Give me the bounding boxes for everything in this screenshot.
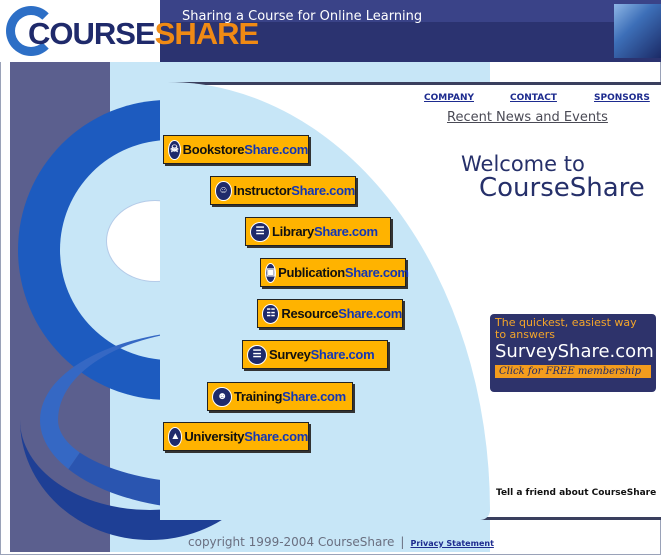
news-link[interactable]: Recent News and Events — [447, 110, 608, 125]
ad-brand: SurveyShare.com — [495, 341, 654, 362]
site-name: Library — [272, 224, 314, 239]
site-name: Survey — [269, 347, 311, 362]
site-name: Resource — [281, 306, 339, 321]
footer-separator: | — [400, 535, 405, 549]
site-suffix: Share.com — [344, 265, 409, 280]
surveyshare-ad-banner[interactable]: The quickest, easiest way to answers Sur… — [490, 314, 656, 392]
ad-subline: to answers — [495, 328, 556, 341]
resource-share-button[interactable]: ☷ Resource Share.com — [257, 299, 403, 328]
site-name: Publication — [278, 265, 345, 280]
privacy-link[interactable]: Privacy Statement — [410, 539, 493, 548]
corner-graphic — [614, 4, 661, 58]
site-suffix: Share.com — [244, 429, 308, 444]
bookstore-icon: ☠ — [168, 139, 181, 160]
nav-contact-link[interactable]: CONTACT — [510, 93, 557, 103]
training-share-button[interactable]: ☻ Training Share.com — [207, 382, 353, 411]
site-name: University — [184, 429, 245, 444]
survey-icon: ☰ — [247, 344, 267, 365]
site-suffix: Share.com — [313, 224, 378, 239]
university-icon: ▲ — [168, 426, 183, 447]
site-suffix: Share.com — [310, 347, 375, 362]
ad-cta: Click for FREE membership — [495, 365, 651, 378]
welcome-title: CourseShare — [479, 173, 645, 203]
library-icon: ☰ — [250, 221, 270, 242]
instructor-share-button[interactable]: ☺ Instructor Share.com — [210, 176, 356, 205]
site-name: Bookstore — [182, 142, 245, 157]
publication-share-button[interactable]: ▣ Publication Share.com — [260, 258, 409, 287]
logo-course: COURSE — [28, 16, 156, 51]
copyright-text: copyright 1999-2004 CourseShare — [188, 535, 395, 549]
footer: copyright 1999-2004 CourseShare | Privacy … — [188, 535, 494, 549]
library-share-button[interactable]: ☰ Library Share.com — [245, 217, 391, 246]
survey-share-button[interactable]: ☰ Survey Share.com — [242, 340, 388, 369]
publication-icon: ▣ — [265, 262, 277, 283]
university-share-button[interactable]: ▲ University Share.com — [163, 422, 309, 451]
instructor-icon: ☺ — [215, 180, 232, 201]
site-suffix: Share.com — [338, 306, 402, 321]
training-icon: ☻ — [212, 386, 232, 407]
site-name: Instructor — [233, 183, 292, 198]
header: COURSESHARE Sharing a Course for Online … — [0, 0, 661, 62]
resource-icon: ☷ — [262, 303, 280, 324]
nav-company-link[interactable]: COMPANY — [424, 93, 474, 103]
site-suffix: Share.com — [244, 142, 308, 157]
tagline: Sharing a Course for Online Learning — [182, 9, 423, 24]
tell-a-friend-link[interactable]: Tell a friend about CourseShare — [496, 488, 656, 498]
bookstore-share-button[interactable]: ☠ Bookstore Share.com — [163, 135, 309, 164]
site-name: Training — [234, 389, 283, 404]
site-suffix: Share.com — [282, 389, 346, 404]
nav-sponsors-link[interactable]: SPONSORS — [594, 93, 650, 103]
site-suffix: Share.com — [291, 183, 355, 198]
